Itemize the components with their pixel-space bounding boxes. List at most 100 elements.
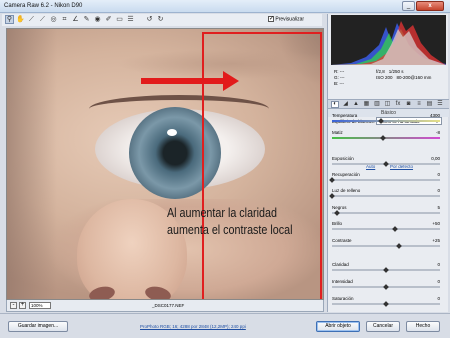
zoom-out-button[interactable]: - (10, 302, 17, 309)
slider-row: Luz de relleno 0 (329, 188, 446, 200)
arrow-icon (141, 78, 225, 84)
slider-track[interactable] (332, 195, 440, 197)
snapshots-icon[interactable]: ▤ (426, 101, 434, 108)
image-preview[interactable]: Al aumentar la claridad aumenta el contr… (6, 28, 324, 300)
rotate-left-icon[interactable]: ↺ (145, 15, 154, 24)
panel-tabs: ◐ ◢ ▲ ▦ ▥ ◫ fx ◙ ≡ ▤ ☰ (328, 99, 449, 109)
hand-icon[interactable]: ✋ (16, 15, 25, 24)
target-adjust-icon[interactable]: ◎ (49, 15, 58, 24)
annotation-text: Al aumentar la claridad aumenta el contr… (167, 205, 292, 239)
slider-row: Negros 5 (332, 205, 446, 217)
straighten-icon[interactable]: ∠ (71, 15, 80, 24)
preview-label: Previsualizar (275, 16, 305, 23)
eyedropper-icon[interactable]: ⟋ (27, 15, 36, 24)
open-object-button[interactable]: Abrir objeto (316, 321, 360, 332)
save-image-button[interactable]: Guardar imagen... (8, 321, 68, 332)
slider-row: Recuperación 0 (329, 172, 446, 184)
slider-row: Brillo +50 (332, 221, 446, 233)
slider-label: Brillo (332, 221, 343, 226)
rotate-right-icon[interactable]: ↻ (156, 15, 165, 24)
slider-value[interactable]: +50 (432, 221, 440, 226)
slider-label: Recuperación (332, 172, 360, 177)
slider-label: Claridad (332, 262, 349, 267)
slider-label: Temperatura (332, 113, 358, 118)
crop-icon[interactable]: ⌗ (60, 15, 69, 24)
slider-row: Temperatura 4300 (332, 113, 446, 125)
slider-track[interactable] (332, 120, 440, 122)
rgb-readout: R: --- G: --- B: --- (334, 69, 345, 87)
effects-icon[interactable]: fx (394, 101, 402, 108)
zoom-in-button[interactable]: + (19, 302, 26, 309)
slider-value[interactable]: 5 (437, 205, 440, 210)
preview-toggle[interactable]: ✓ Previsualizar (268, 16, 304, 22)
spot-removal-icon[interactable]: ✎ (82, 15, 91, 24)
photo-catchlight (167, 129, 177, 136)
slider-value[interactable]: 0 (437, 262, 440, 267)
slider-thumb[interactable] (379, 135, 386, 141)
slider-row: Claridad 0 (332, 262, 446, 274)
slider-track[interactable] (332, 179, 440, 181)
zoom-level-select[interactable]: 100% (29, 302, 51, 309)
filename-label: _DSC0177.NEF (152, 303, 185, 308)
arrow-head-icon (223, 71, 239, 91)
workflow-options-link[interactable]: ProPhoto RGB; 16; 4288 por 2848 (12,2MP)… (140, 324, 246, 329)
split-toning-icon[interactable]: ▥ (373, 101, 381, 108)
slider-row: Matiz -8 (332, 130, 446, 142)
slider-row: Saturación 0 (332, 296, 446, 308)
slider-label: Luz de relleno (332, 188, 361, 193)
zoom-icon[interactable]: ⚲ (5, 15, 14, 24)
minimize-button[interactable]: _ (402, 1, 415, 11)
slider-value[interactable]: 0,00 (431, 156, 440, 161)
slider-value[interactable]: +25 (432, 238, 440, 243)
detail-icon[interactable]: ▲ (352, 101, 360, 108)
slider-row: Exposición 0,00 (332, 156, 446, 168)
basic-icon[interactable]: ◐ (331, 101, 339, 108)
panel-menu-icon[interactable]: ☰ (436, 101, 444, 108)
slider-track[interactable] (332, 212, 440, 214)
done-button[interactable]: Hecho (406, 321, 440, 332)
slider-label: Negros (332, 205, 347, 210)
annotation-line-1: Al aumentar la claridad (167, 206, 277, 220)
slider-track[interactable] (332, 228, 440, 230)
iso-value: ISO 200 (376, 75, 393, 80)
slider-label: Exposición (332, 156, 354, 161)
adjustment-brush-icon[interactable]: ✐ (104, 15, 113, 24)
cancel-button[interactable]: Cancelar (366, 321, 400, 332)
slider-value[interactable]: 0 (437, 279, 440, 284)
bottom-bar: Guardar imagen... ProPhoto RGB; 16; 4288… (0, 313, 450, 338)
slider-label: Intensidad (332, 279, 353, 284)
slider-value[interactable]: 0 (437, 188, 440, 193)
tone-curve-icon[interactable]: ◢ (342, 101, 350, 108)
red-eye-icon[interactable]: ◉ (93, 15, 102, 24)
slider-thumb[interactable] (377, 118, 384, 124)
slider-value[interactable]: -8 (436, 130, 440, 135)
adjustments-panel: R: --- G: --- B: --- f/2,8 1/250 s ISO 20… (327, 14, 449, 312)
presets-icon[interactable]: ≡ (415, 101, 423, 108)
slider-thumb[interactable] (391, 226, 398, 232)
annotation-line-2: aumenta el contraste local (167, 223, 293, 237)
slider-value[interactable]: 4300 (430, 113, 440, 118)
color-sampler-icon[interactable]: ⟋ (38, 15, 47, 24)
slider-label: Saturación (332, 296, 354, 301)
camera-info: R: --- G: --- B: --- f/2,8 1/250 s ISO 20… (331, 66, 446, 98)
lens-value: 80-200@160 mm (396, 75, 432, 80)
preferences-icon[interactable]: ☰ (126, 15, 135, 24)
window-title: Camera Raw 6.2 - Nikon D90 (4, 3, 83, 9)
histogram (331, 15, 446, 65)
slider-value[interactable]: 0 (437, 172, 440, 177)
title-bar: Camera Raw 6.2 - Nikon D90 _ x (0, 0, 450, 13)
slider-value[interactable]: 0 (437, 296, 440, 301)
slider-label: Matiz (332, 130, 343, 135)
lens-corrections-icon[interactable]: ◫ (384, 101, 392, 108)
camera-calibration-icon[interactable]: ◙ (405, 101, 413, 108)
image-statusbar: - + 100% _DSC0177.NEF (6, 300, 324, 312)
close-button[interactable]: x (416, 1, 444, 11)
highlight-box (202, 32, 322, 299)
slider-track[interactable] (332, 245, 440, 247)
hsl-icon[interactable]: ▦ (363, 101, 371, 108)
graduated-filter-icon[interactable]: ▭ (115, 15, 124, 24)
slider-row: Intensidad 0 (332, 279, 446, 291)
preview-checkbox[interactable]: ✓ (268, 16, 274, 22)
slider-row: Contraste +25 (332, 238, 446, 250)
blue-readout: B: --- (334, 81, 344, 86)
